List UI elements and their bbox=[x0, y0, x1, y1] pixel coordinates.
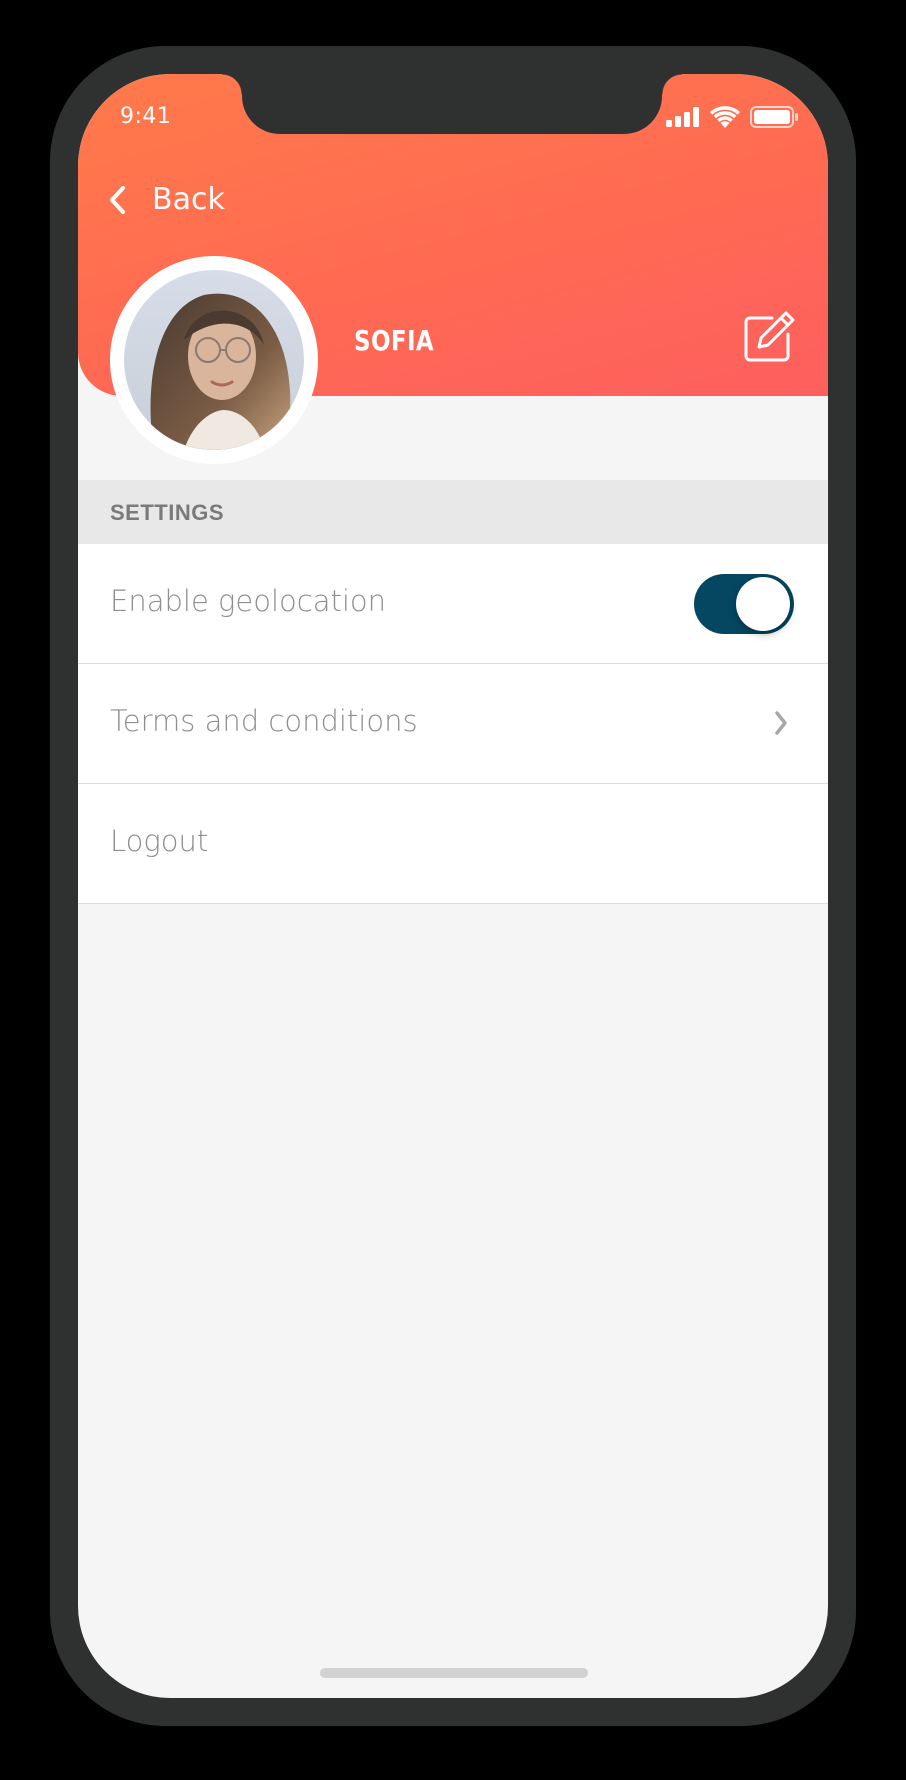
settings-row-terms[interactable]: Terms and conditions bbox=[78, 664, 828, 784]
back-button[interactable]: Back bbox=[108, 182, 225, 217]
profile-name: SOFIA bbox=[354, 324, 435, 357]
edit-profile-button[interactable] bbox=[742, 310, 796, 364]
row-label: Logout bbox=[110, 824, 209, 858]
chevron-right-icon bbox=[775, 711, 787, 735]
battery-icon bbox=[750, 106, 798, 128]
wifi-icon bbox=[710, 106, 740, 128]
section-title: SETTINGS bbox=[110, 500, 225, 525]
avatar-photo bbox=[124, 270, 304, 450]
settings-row-logout[interactable]: Logout bbox=[78, 784, 828, 904]
signal-icon bbox=[666, 107, 699, 127]
status-time: 9:41 bbox=[120, 104, 172, 129]
avatar bbox=[110, 256, 318, 464]
device-notch bbox=[222, 74, 682, 134]
toggle-knob bbox=[736, 577, 790, 631]
edit-icon bbox=[744, 311, 795, 362]
app-screen: 9:41 Back SOFIA SETTINGS Enable geolocat… bbox=[78, 74, 828, 1698]
back-chevron-icon bbox=[110, 185, 125, 214]
settings-row-geolocation: Enable geolocation bbox=[78, 544, 828, 664]
status-icons bbox=[666, 106, 798, 128]
settings-section-header: SETTINGS bbox=[78, 480, 828, 544]
row-label: Terms and conditions bbox=[110, 704, 418, 738]
row-label: Enable geolocation bbox=[110, 584, 387, 618]
home-indicator bbox=[320, 1668, 588, 1678]
geolocation-toggle[interactable] bbox=[694, 574, 794, 634]
back-label: Back bbox=[152, 182, 225, 217]
